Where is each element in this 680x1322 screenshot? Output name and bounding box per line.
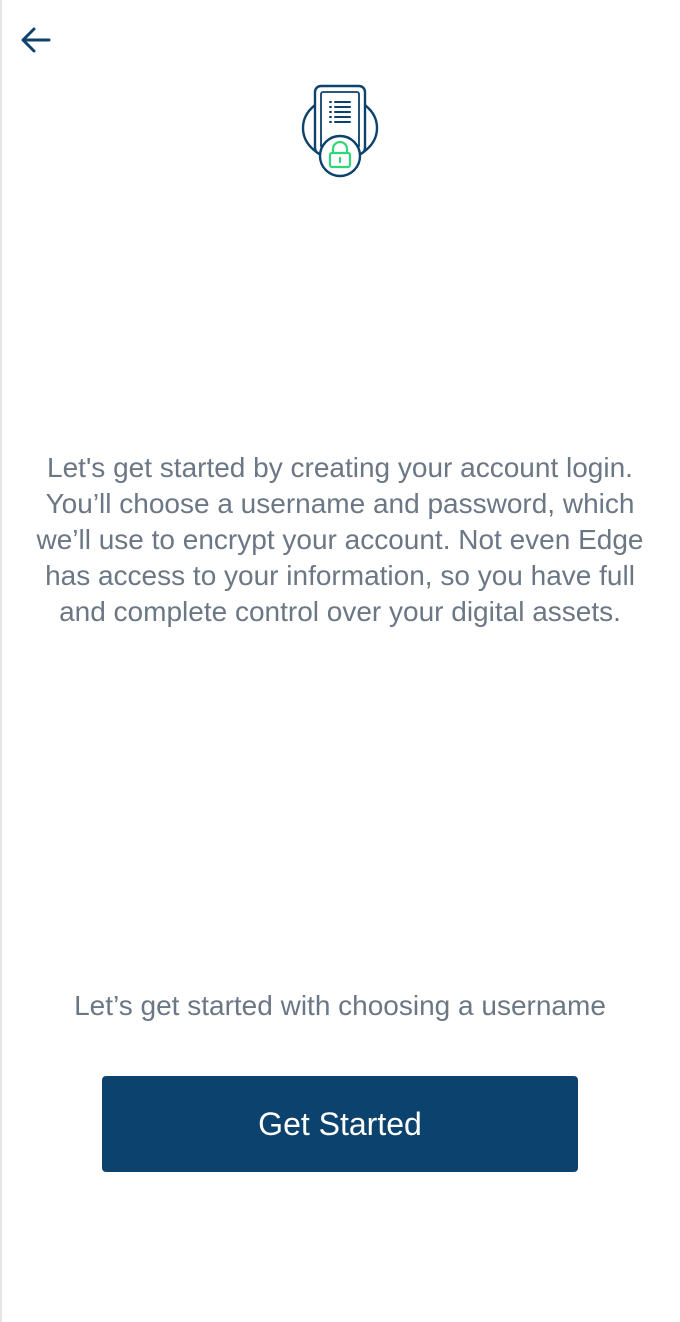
username-prompt: Let’s get started with choosing a userna…	[74, 990, 606, 1021]
document-lock-icon	[300, 82, 380, 182]
intro-description: Let's get started by creating your accou…	[36, 452, 644, 627]
get-started-button[interactable]: Get Started	[102, 1076, 578, 1172]
left-edge-divider	[0, 0, 2, 1322]
arrow-left-icon	[21, 27, 51, 53]
back-button[interactable]	[14, 20, 58, 60]
